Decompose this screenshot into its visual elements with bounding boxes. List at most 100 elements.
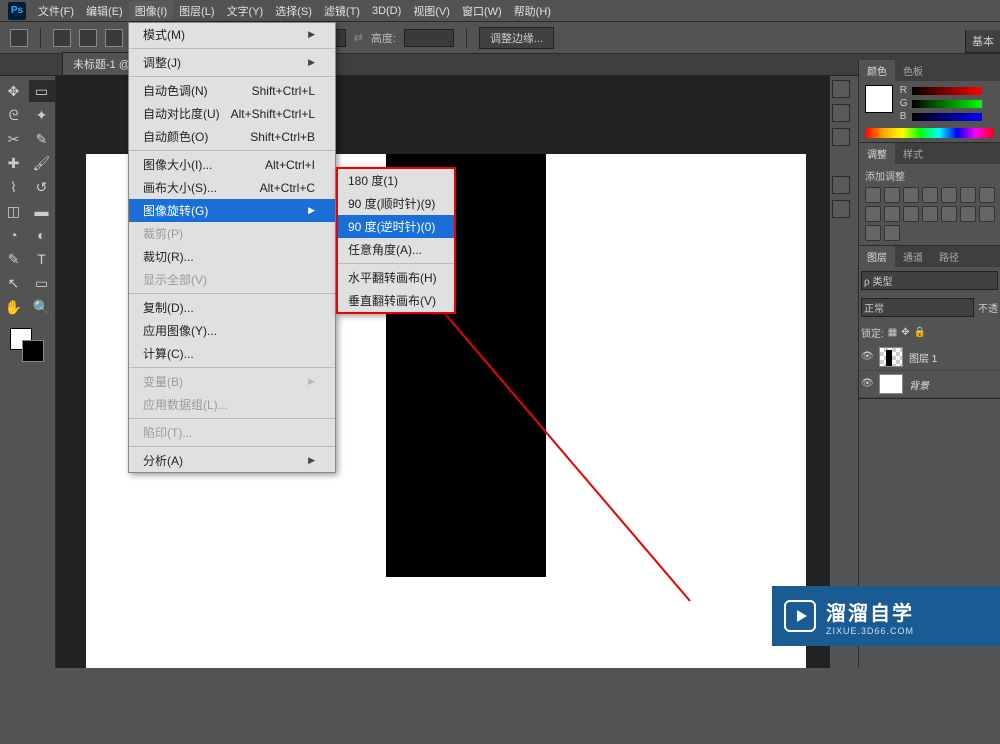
selective-color-icon[interactable] [884,225,900,241]
rotate-arbitrary[interactable]: 任意角度(A)... [338,238,454,261]
menu-image-rotation[interactable]: 图像旋转(G)▶ [129,199,335,222]
menu-apply-image[interactable]: 应用图像(Y)... [129,319,335,342]
history-brush-icon[interactable]: ↺ [29,176,55,198]
curves-icon[interactable] [903,187,919,203]
hue-strip[interactable] [865,128,994,138]
lasso-tool-icon[interactable]: ᘓ [1,104,27,126]
menu-adjustments[interactable]: 调整(J)▶ [129,51,335,74]
rotate-90-cw[interactable]: 90 度(顺时针)(9) [338,192,454,215]
menu-mode[interactable]: 模式(M)▶ [129,23,335,46]
gradient-map-icon[interactable] [865,225,881,241]
photo-filter-icon[interactable] [884,206,900,222]
layer-thumbnail[interactable] [879,347,903,367]
lock-all-icon[interactable]: 🔒 [914,327,926,338]
tab-swatches[interactable]: 色板 [895,60,931,81]
tab-channels[interactable]: 通道 [895,246,931,267]
history-panel-icon[interactable] [832,80,850,98]
menu-file[interactable]: 文件(F) [32,1,80,21]
layer-row-bg[interactable]: 👁 背景 [859,371,1000,398]
menu-image-size[interactable]: 图像大小(I)...Alt+Ctrl+I [129,153,335,176]
vibrance-icon[interactable] [941,187,957,203]
rotate-180[interactable]: 180 度(1) [338,169,454,192]
visibility-icon[interactable]: 👁 [861,351,873,363]
selection-subtract-icon[interactable] [105,29,123,47]
eyedropper-tool-icon[interactable]: ✎ [29,128,55,150]
tool-preset-icon[interactable] [10,29,28,47]
menu-auto-tone[interactable]: 自动色调(N)Shift+Ctrl+L [129,79,335,102]
tab-paths[interactable]: 路径 [931,246,967,267]
move-tool-icon[interactable]: ✥ [1,80,27,102]
brush-tool-icon[interactable]: 🖌 [29,152,55,174]
character-panel-icon[interactable] [832,176,850,194]
menu-trim[interactable]: 裁切(R)... [129,245,335,268]
bw-icon[interactable] [865,206,881,222]
menu-edit[interactable]: 编辑(E) [80,1,129,21]
blur-tool-icon[interactable]: ◔ [1,224,27,246]
lock-pixels-icon[interactable]: ▦ [888,327,897,338]
menu-analysis[interactable]: 分析(A)▶ [129,449,335,472]
menu-auto-contrast[interactable]: 自动对比度(U)Alt+Shift+Ctrl+L [129,102,335,125]
pen-tool-icon[interactable]: ✎ [1,248,27,270]
crop-tool-icon[interactable]: ✂ [1,128,27,150]
menu-type[interactable]: 文字(Y) [221,1,270,21]
menu-calculations[interactable]: 计算(C)... [129,342,335,365]
color-balance-icon[interactable] [979,187,995,203]
layer-thumbnail-bg[interactable] [879,374,903,394]
menu-select[interactable]: 选择(S) [269,1,318,21]
menu-layer[interactable]: 图层(L) [173,1,220,21]
tab-styles[interactable]: 样式 [895,143,931,164]
menu-view[interactable]: 视图(V) [407,1,456,21]
eraser-tool-icon[interactable]: ◫ [1,200,27,222]
flip-vertical[interactable]: 垂直翻转画布(V) [338,289,454,312]
layer-row-1[interactable]: 👁 图层 1 [859,344,1000,371]
path-tool-icon[interactable]: ↖ [1,272,27,294]
color-swatches[interactable] [0,328,55,368]
zoom-tool-icon[interactable]: 🔍 [29,296,55,318]
brightness-icon[interactable] [865,187,881,203]
paragraph-panel-icon[interactable] [832,200,850,218]
blend-mode-dropdown[interactable]: 正常 [861,298,974,317]
menu-filter[interactable]: 滤镜(T) [318,1,366,21]
channel-mixer-icon[interactable] [903,206,919,222]
menu-3d[interactable]: 3D(D) [366,3,407,19]
color-preview-swatch[interactable] [865,85,893,113]
stamp-tool-icon[interactable]: ⌇ [1,176,27,198]
lock-position-icon[interactable]: ✥ [901,327,909,338]
heal-tool-icon[interactable]: ✚ [1,152,27,174]
menu-canvas-size[interactable]: 画布大小(S)...Alt+Ctrl+C [129,176,335,199]
posterize-icon[interactable] [960,206,976,222]
layer-name[interactable]: 图层 1 [909,350,937,365]
b-slider[interactable] [912,113,982,121]
visibility-icon[interactable]: 👁 [861,378,873,390]
levels-icon[interactable] [884,187,900,203]
type-tool-icon[interactable]: T [29,248,55,270]
layer-filter-select[interactable]: ρ 类型 [861,271,998,290]
workspace-basic-button[interactable]: 基本 [965,30,1000,53]
background-swatch[interactable] [22,340,44,362]
threshold-icon[interactable] [979,206,995,222]
menu-auto-color[interactable]: 自动颜色(O)Shift+Ctrl+B [129,125,335,148]
menu-window[interactable]: 窗口(W) [456,1,508,21]
menu-image[interactable]: 图像(I) [129,1,173,21]
properties-panel-icon[interactable] [832,104,850,122]
gradient-tool-icon[interactable]: ▬ [29,200,55,222]
rotate-90-ccw[interactable]: 90 度(逆时针)(0) [338,215,454,238]
tab-color[interactable]: 颜色 [859,60,895,81]
brush-panel-icon[interactable] [832,128,850,146]
selection-new-icon[interactable] [53,29,71,47]
invert-icon[interactable] [941,206,957,222]
wand-tool-icon[interactable]: ✦ [29,104,55,126]
hue-sat-icon[interactable] [960,187,976,203]
menu-help[interactable]: 帮助(H) [508,1,557,21]
height-input[interactable] [404,29,454,47]
hand-tool-icon[interactable]: ✋ [1,296,27,318]
selection-add-icon[interactable] [79,29,97,47]
refine-edge-button[interactable]: 调整边缘... [479,27,554,49]
marquee-tool-icon[interactable]: ▭ [29,80,55,102]
flip-horizontal[interactable]: 水平翻转画布(H) [338,266,454,289]
bg-layer-name[interactable]: 背景 [909,377,929,392]
exposure-icon[interactable] [922,187,938,203]
lookup-icon[interactable] [922,206,938,222]
r-slider[interactable] [912,87,982,95]
tab-layers[interactable]: 图层 [859,246,895,267]
